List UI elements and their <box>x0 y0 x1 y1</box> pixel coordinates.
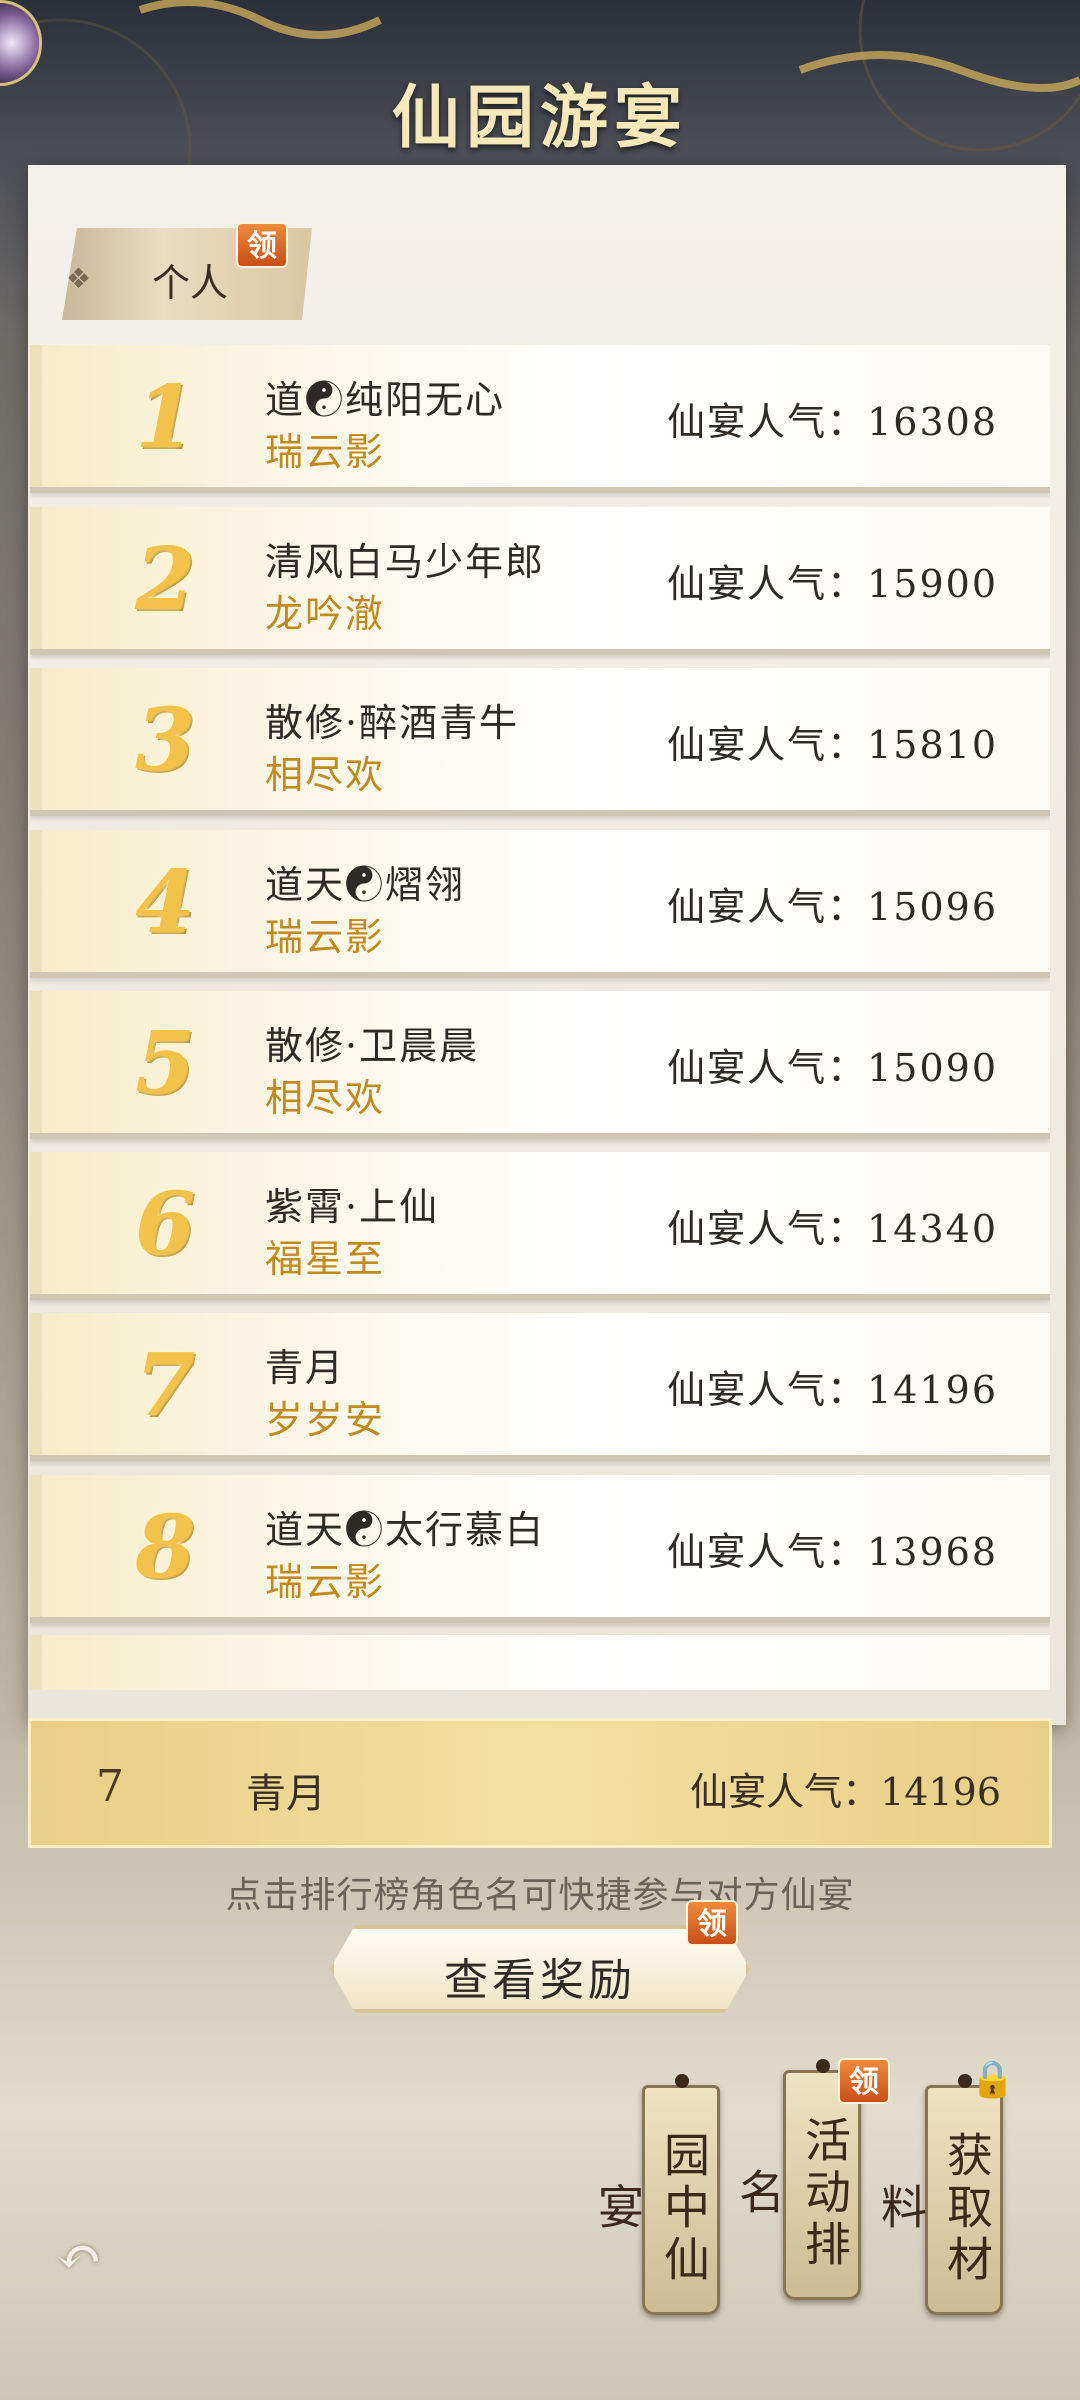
player-name[interactable]: 青月 <box>265 1337 345 1392</box>
my-popularity-score: 仙宴人气：14196 <box>690 1770 1001 1814</box>
popularity-score: 仙宴人气：15090 <box>667 1046 998 1090</box>
view-rewards-label: 查看奖励 <box>444 1955 636 2006</box>
guild-name: 岁岁安 <box>265 1398 386 1442</box>
table-row[interactable]: 6 紫霄·上仙 福星至 仙宴人气：14340 <box>30 1152 1050 1300</box>
table-row[interactable]: 5 散修·卫晨晨 相尽欢 仙宴人气：15090 <box>30 991 1050 1139</box>
player-name[interactable]: 紫霄·上仙 <box>265 1176 439 1231</box>
guild-name: 瑞云影 <box>265 1560 386 1604</box>
guild-name: 相尽欢 <box>265 1076 386 1120</box>
player-name[interactable]: 清风白马少年郎 <box>265 531 545 586</box>
player-name[interactable]: 散修·醉酒青牛 <box>265 692 519 747</box>
popularity-score: 仙宴人气：15810 <box>667 723 998 767</box>
hint-text: 点击排行榜角色名可快捷参与对方仙宴 <box>225 1875 855 1916</box>
guild-name: 瑞云影 <box>265 430 386 474</box>
popularity-score: 仙宴人气：14340 <box>667 1207 998 1251</box>
guild-name: 龙吟澈 <box>265 592 386 636</box>
tag-activity-ranking[interactable]: 活动排名 <box>732 2059 861 2300</box>
ranking-claim-badge: 领 <box>838 2058 890 2104</box>
guild-name: 相尽欢 <box>265 753 386 797</box>
lock-icon: 🔒 <box>970 2059 1015 2100</box>
table-row[interactable]: 4 道天☯熠翎 瑞云影 仙宴人气：15096 <box>30 830 1050 978</box>
guild-name: 瑞云影 <box>265 915 386 959</box>
player-name[interactable]: 道天☯太行慕白 <box>265 1499 545 1554</box>
rank-number: 7 <box>135 1335 195 1436</box>
tab-personal-label: 个人 <box>152 261 229 305</box>
tag-garden-banquet[interactable]: 园中仙宴 <box>591 2074 720 2315</box>
player-name[interactable]: 道☯纯阳无心 <box>265 369 505 424</box>
table-row[interactable]: 7 青月 岁岁安 仙宴人气：14196 <box>30 1313 1050 1461</box>
rank-number: 4 <box>135 852 195 953</box>
popularity-score: 仙宴人气：16308 <box>667 400 998 444</box>
ranking-list[interactable]: 1 道☯纯阳无心 瑞云影 仙宴人气：16308 2 清风白马少年郎 龙吟澈 仙宴… <box>30 345 1050 1690</box>
reward-claim-badge: 领 <box>686 1900 738 1946</box>
popularity-score: 仙宴人气：15096 <box>667 885 998 929</box>
table-row[interactable]: 1 道☯纯阳无心 瑞云影 仙宴人气：16308 <box>30 345 1050 493</box>
popularity-score: 仙宴人气：15900 <box>667 562 998 606</box>
rank-number: 8 <box>135 1497 195 1598</box>
tab-claim-badge: 领 <box>236 222 288 268</box>
rank-number: 2 <box>135 529 195 630</box>
guild-name: 福星至 <box>265 1237 386 1281</box>
table-row[interactable]: 3 散修·醉酒青牛 相尽欢 仙宴人气：15810 <box>30 668 1050 816</box>
rank-number: 3 <box>135 690 195 791</box>
table-row-partial[interactable] <box>30 1635 1050 1690</box>
table-row[interactable]: 8 道天☯太行慕白 瑞云影 仙宴人气：13968 <box>30 1475 1050 1623</box>
my-rank-number: 7 <box>96 1761 124 1812</box>
player-name[interactable]: 散修·卫晨晨 <box>265 1015 479 1070</box>
rank-number: 6 <box>135 1174 195 1275</box>
back-arrow-icon[interactable]: ↶ <box>55 2225 135 2290</box>
player-name[interactable]: 道天☯熠翎 <box>265 854 465 909</box>
page-title: 仙园游宴 <box>391 78 688 158</box>
diamond-icon: ❖ <box>66 262 92 295</box>
my-name: 青月 <box>246 1771 326 1817</box>
tag-get-materials[interactable]: 获取材料 <box>874 2074 1003 2315</box>
popularity-score: 仙宴人气：14196 <box>667 1368 998 1412</box>
rank-number: 5 <box>135 1013 195 1114</box>
popularity-score: 仙宴人气：13968 <box>667 1530 998 1574</box>
table-row[interactable]: 2 清风白马少年郎 龙吟澈 仙宴人气：15900 <box>30 507 1050 655</box>
my-rank-bar: 7 青月 仙宴人气：14196 <box>28 1718 1052 1848</box>
rank-number: 1 <box>135 367 195 468</box>
